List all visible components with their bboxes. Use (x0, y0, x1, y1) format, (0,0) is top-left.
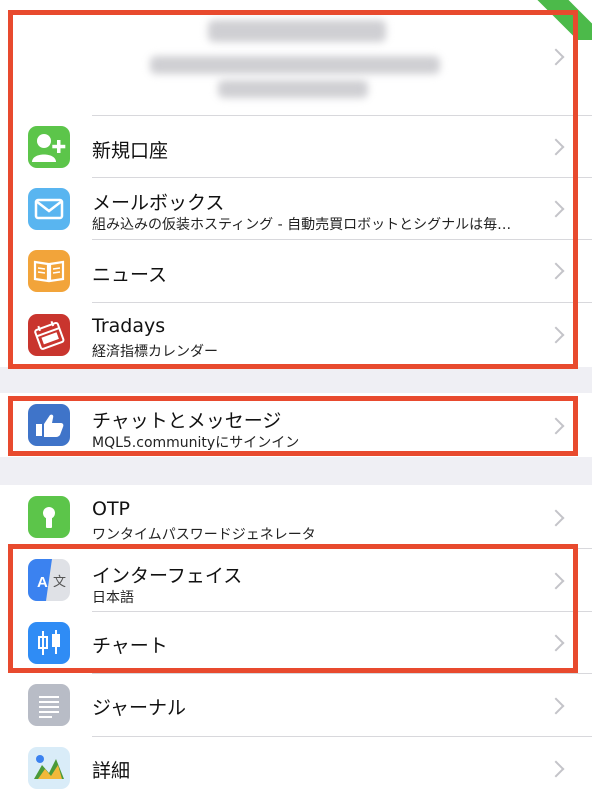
keyhole-icon (28, 496, 70, 538)
menu-item-title: インターフェイス (92, 565, 243, 587)
menu-item-subtitle: 組み込みの仮装ホスティング - 自動売買ロボットとシグナルは毎… (92, 217, 512, 233)
community-group: チャットとメッセージ MQL5.communityにサインイン (0, 393, 592, 457)
menu-item-otp[interactable]: OTP ワンタイムパスワードジェネレータ (0, 485, 592, 549)
menu-item-subtitle: 経済指標カレンダー (92, 344, 218, 360)
chevron-right-icon (547, 200, 565, 218)
add-user-icon (28, 126, 70, 168)
menu-item-subtitle: 日本語 (92, 590, 134, 606)
menu-item-title: 新規口座 (92, 140, 169, 162)
language-icon: A 文 (28, 559, 70, 601)
menu-item-new-account[interactable]: 新規口座 (0, 116, 592, 178)
menu-item-title: チャート (92, 635, 168, 657)
beta-ribbon (532, 0, 592, 40)
chevron-right-icon (547, 572, 565, 590)
svg-text:A: A (37, 574, 48, 591)
menu-item-journal[interactable]: ジャーナル (0, 674, 592, 737)
envelope-icon (28, 188, 70, 230)
menu-item-title: 詳細 (92, 760, 131, 782)
menu-item-subtitle: ワンタイムパスワードジェネレータ (92, 527, 316, 543)
settings-screen: 新規口座 メールボックス 組み込みの仮装ホスティング - 自動売買ロボットとシグ… (0, 0, 592, 800)
chevron-right-icon (547, 326, 565, 344)
chevron-right-icon (547, 760, 565, 778)
account-server-blurred (150, 56, 440, 74)
account-row[interactable] (0, 0, 592, 116)
svg-text:文: 文 (53, 575, 66, 590)
menu-item-title: ニュース (92, 264, 168, 286)
menu-item-chart[interactable]: チャート (0, 612, 592, 674)
menu-item-tradays[interactable]: Tradays 経済指標カレンダー (0, 303, 592, 367)
chevron-right-icon (547, 509, 565, 527)
menu-item-title: メールボックス (92, 192, 225, 214)
account-name-blurred (208, 20, 386, 42)
menu-item-title: チャットとメッセージ (92, 410, 282, 432)
menu-item-title: ジャーナル (92, 697, 187, 719)
calendar-icon (28, 314, 70, 356)
beta-badge (532, 0, 592, 40)
chevron-right-icon (547, 138, 565, 156)
chevron-right-icon (547, 48, 565, 66)
metatrader-icon (28, 747, 70, 789)
thumbs-up-icon (28, 404, 70, 446)
menu-item-subtitle: MQL5.communityにサインイン (92, 435, 300, 451)
menu-item-details[interactable]: 詳細 (0, 737, 592, 800)
chevron-right-icon (547, 262, 565, 280)
chevron-right-icon (547, 634, 565, 652)
chevron-right-icon (547, 417, 565, 435)
preferences-group: OTP ワンタイムパスワードジェネレータ A 文 インターフェイス 日本語 チャ… (0, 485, 592, 800)
menu-item-news[interactable]: ニュース (0, 240, 592, 303)
document-icon (28, 684, 70, 726)
menu-item-chat[interactable]: チャットとメッセージ MQL5.communityにサインイン (0, 393, 592, 457)
menu-item-interface[interactable]: A 文 インターフェイス 日本語 (0, 549, 592, 612)
menu-item-mailbox[interactable]: メールボックス 組み込みの仮装ホスティング - 自動売買ロボットとシグナルは毎… (0, 178, 592, 240)
menu-item-title: OTP (92, 498, 131, 520)
menu-item-title: Tradays (92, 315, 166, 337)
account-group: 新規口座 メールボックス 組み込みの仮装ホスティング - 自動売買ロボットとシグ… (0, 0, 592, 367)
chevron-right-icon (547, 697, 565, 715)
candlestick-icon (28, 622, 70, 664)
book-icon (28, 250, 70, 292)
account-number-blurred (218, 80, 368, 98)
